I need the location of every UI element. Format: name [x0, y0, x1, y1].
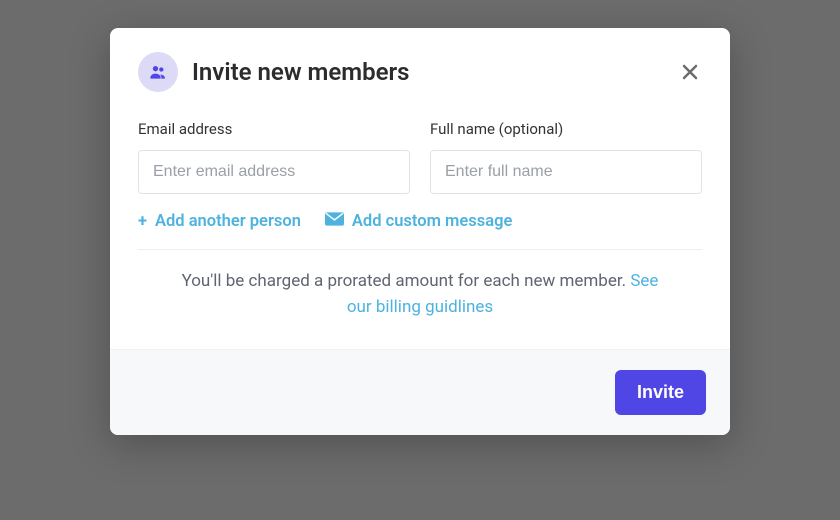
email-input[interactable] [138, 150, 410, 194]
name-field-group: Full name (optional) [430, 120, 702, 194]
plus-icon: + [138, 212, 147, 231]
name-input[interactable] [430, 150, 702, 194]
people-icon [138, 52, 178, 92]
form-row: Email address Full name (optional) [138, 120, 702, 194]
envelope-icon [325, 212, 344, 231]
invite-button[interactable]: Invite [615, 370, 706, 415]
secondary-actions: + Add another person Add custom message [138, 212, 702, 231]
modal-header: Invite new members [138, 52, 702, 92]
add-message-label: Add custom message [352, 212, 512, 231]
add-person-label: Add another person [155, 212, 301, 231]
billing-notice: You'll be charged a prorated amount for … [138, 250, 702, 349]
modal-title: Invite new members [192, 58, 678, 86]
name-label: Full name (optional) [430, 120, 702, 138]
billing-notice-text: You'll be charged a prorated amount for … [182, 271, 631, 291]
add-person-button[interactable]: + Add another person [138, 212, 301, 231]
email-field-group: Email address [138, 120, 410, 194]
close-icon[interactable] [678, 60, 702, 84]
modal-body: Invite new members Email address Full na… [110, 28, 730, 349]
modal-footer: Invite [110, 349, 730, 435]
email-label: Email address [138, 120, 410, 138]
add-message-button[interactable]: Add custom message [325, 212, 512, 231]
invite-modal: Invite new members Email address Full na… [110, 28, 730, 435]
